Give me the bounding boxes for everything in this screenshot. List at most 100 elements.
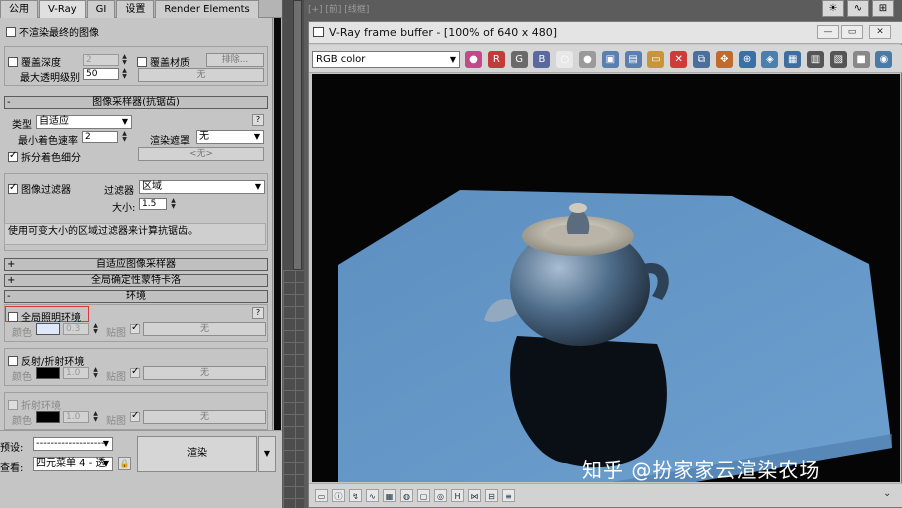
white-circle-icon[interactable]: ○ — [556, 51, 574, 68]
divider-scrollbar[interactable] — [293, 0, 302, 270]
dont-render-final-row[interactable]: 不渲染最终的图像 — [6, 24, 99, 39]
filter-size-arrows[interactable]: ▲ ▼ — [170, 198, 177, 210]
gi-map-button[interactable]: 无 — [143, 322, 266, 336]
refr-map-button[interactable]: 无 — [143, 410, 266, 424]
vfb-titlebar[interactable]: V-Ray frame buffer - [100% of 640 x 480]… — [309, 22, 902, 44]
override-material-checkbox[interactable] — [137, 57, 147, 67]
tab-gi[interactable]: GI — [86, 0, 116, 18]
lock-view-icon[interactable]: 🔒 — [118, 457, 131, 470]
exclude-button[interactable]: 排除... — [206, 53, 264, 67]
refl-map-button[interactable]: 无 — [143, 366, 266, 380]
tab-render-elements[interactable]: Render Elements — [155, 0, 259, 18]
refr-color-swatch[interactable] — [36, 411, 60, 423]
gi-color-swatch[interactable] — [36, 323, 60, 335]
tab-common[interactable]: 公用 — [0, 0, 38, 18]
frame-icon[interactable]: ▭ — [315, 489, 328, 502]
curve-tool-icon[interactable]: ∿ — [847, 0, 869, 17]
gi-map-checkbox[interactable] — [130, 322, 140, 334]
icc-icon[interactable]: ▢ — [417, 489, 430, 502]
image-sampler-rollout-header[interactable]: - 图像采样器(抗锯齿) — [4, 96, 268, 109]
refl-multiplier-spinner[interactable]: 1.0 — [63, 367, 89, 379]
refl-color-swatch[interactable] — [36, 367, 60, 379]
adaptive-sampler-rollout-header[interactable]: + 自适应图像采样器 — [4, 258, 268, 271]
divide-shading-checkbox[interactable] — [8, 150, 18, 162]
region-icon[interactable]: ✥ — [715, 51, 733, 68]
render-options-arrow[interactable]: ▼ — [258, 436, 276, 472]
rendered-image[interactable] — [312, 74, 900, 482]
global-dmc-rollout-header[interactable]: + 全局确定性蒙特卡洛 — [4, 274, 268, 287]
dont-render-final-checkbox[interactable] — [6, 27, 16, 37]
render-button[interactable]: 渲染 — [137, 436, 257, 472]
gray-circle-icon[interactable]: ● — [579, 51, 596, 68]
gi-env-checkbox[interactable] — [8, 312, 18, 322]
view-dropdown[interactable]: 四元菜单 4 - 透 ▼ — [33, 457, 113, 471]
minimize-icon[interactable]: — — [817, 25, 839, 39]
r-channel-icon[interactable]: R — [487, 51, 505, 68]
maximize-icon[interactable]: ▭ — [841, 25, 863, 39]
override-material-row[interactable]: 覆盖材质 — [137, 54, 190, 69]
render-mask-none-button[interactable]: <无> — [138, 147, 264, 161]
scroll-icon[interactable]: ≡ — [502, 489, 515, 502]
gi-multiplier-spinner[interactable]: 0.3 — [63, 323, 89, 335]
info-icon[interactable]: ⓘ — [332, 489, 345, 502]
open-icon[interactable]: ▭ — [647, 51, 665, 68]
color-wheel-icon[interactable]: ● — [465, 51, 482, 68]
panel-scrollbar[interactable] — [272, 18, 282, 430]
channel-select[interactable]: RGB color ▼ — [312, 51, 460, 68]
override-depth-arrows[interactable]: ▲ ▼ — [121, 54, 128, 66]
image-filter-row[interactable]: 图像过滤器 — [8, 181, 71, 196]
lens-effects-icon[interactable]: ◈ — [761, 51, 779, 68]
sampler-help-button[interactable]: ? — [252, 114, 264, 126]
save-icon[interactable]: ▣ — [601, 51, 619, 68]
filter-type-dropdown[interactable]: 区域 ▼ — [139, 180, 265, 194]
refl-env-row[interactable]: 反射/折射环境 — [8, 353, 84, 368]
stop-icon[interactable]: ■ — [852, 51, 870, 68]
duplicate-icon[interactable]: ⧉ — [693, 51, 710, 68]
level-icon[interactable]: ↯ — [349, 489, 362, 502]
ocio-icon[interactable]: ◎ — [434, 489, 447, 502]
gi-multiplier-arrows[interactable]: ▲ ▼ — [92, 323, 99, 335]
refl-env-checkbox[interactable] — [8, 356, 18, 366]
override-material-none-button[interactable]: 无 — [138, 68, 264, 82]
panel-scroll-thumb[interactable] — [274, 18, 281, 430]
sampler-type-dropdown[interactable]: 自适应 ▼ — [36, 115, 132, 129]
v-icon[interactable]: ⋈ — [468, 489, 481, 502]
preset-dropdown[interactable]: -------------------- ▼ — [33, 437, 113, 451]
display-correction-icon[interactable]: ▦ — [784, 51, 802, 68]
b-channel-icon[interactable]: B — [533, 51, 551, 68]
override-depth-spinner[interactable]: 2 — [83, 54, 119, 66]
track-mouse-icon[interactable]: ⊕ — [738, 51, 756, 68]
tab-settings[interactable]: 设置 — [116, 0, 155, 18]
compare-icon[interactable]: ▧ — [829, 51, 847, 68]
history-icon[interactable]: ▥ — [807, 51, 824, 68]
refr-multiplier-spinner[interactable]: 1.0 — [63, 411, 89, 423]
gi-env-row[interactable]: 全局照明环境 — [8, 309, 81, 324]
filter-size-spinner[interactable]: 1.5 — [139, 198, 167, 210]
image-filter-checkbox[interactable] — [8, 182, 18, 194]
render-icon[interactable]: ◉ — [875, 51, 893, 68]
render-mask-dropdown[interactable]: 无 ▼ — [196, 130, 264, 144]
exposure-icon[interactable]: ▦ — [383, 489, 396, 502]
h-icon[interactable]: H — [451, 489, 464, 502]
expand-down-icon[interactable]: ⌄ — [883, 488, 891, 499]
max-transp-spinner[interactable]: 50 — [83, 68, 119, 80]
divide-shading-row[interactable]: 拆分着色细分 — [8, 149, 81, 164]
tab-vray[interactable]: V-Ray — [39, 0, 86, 18]
clear-icon[interactable]: ✕ — [670, 51, 688, 68]
refl-multiplier-arrows[interactable]: ▲ ▼ — [92, 367, 99, 379]
save-all-icon[interactable]: ▤ — [624, 51, 642, 68]
min-shading-arrows[interactable]: ▲ ▼ — [121, 131, 128, 143]
environment-rollout-header[interactable]: - 环境 — [4, 290, 268, 303]
min-shading-spinner[interactable]: 2 — [82, 131, 118, 143]
viewport-label[interactable]: [+] [前] [线框] — [308, 2, 369, 15]
refr-map-checkbox[interactable] — [130, 410, 140, 422]
refl-map-checkbox[interactable] — [130, 366, 140, 378]
hierarchy-icon[interactable]: ⊞ — [872, 0, 894, 17]
curve-icon[interactable]: ∿ — [366, 489, 379, 502]
refr-env-checkbox[interactable] — [8, 400, 18, 410]
close-icon[interactable]: ✕ — [869, 25, 891, 39]
g-channel-icon[interactable]: G — [510, 51, 528, 68]
lut-icon[interactable]: ◍ — [400, 489, 413, 502]
sun-icon[interactable]: ☀ — [822, 0, 844, 17]
split-icon[interactable]: ⊟ — [485, 489, 498, 502]
